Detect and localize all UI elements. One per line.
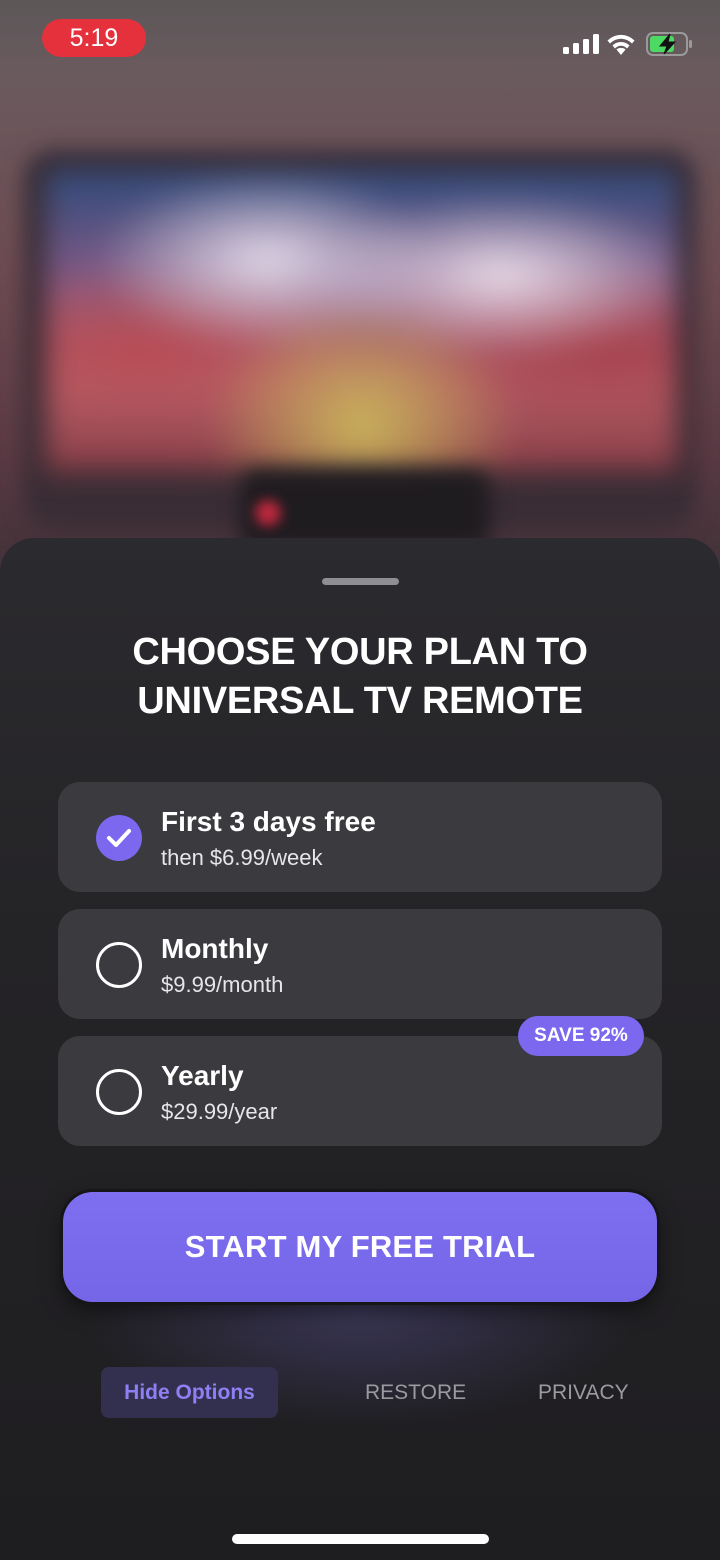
hide-options-button[interactable]: Hide Options — [101, 1367, 278, 1418]
plan-price: $29.99/year — [161, 1099, 278, 1124]
plan-price: $9.99/month — [161, 972, 284, 997]
blurred-tv-background — [0, 0, 720, 600]
page-title: CHOOSE YOUR PLAN TO UNIVERSAL TV REMOTE — [40, 628, 680, 726]
tv-power-light — [255, 500, 281, 526]
radio-unchecked-icon — [96, 1069, 142, 1115]
save-badge: SAVE 92% — [518, 1016, 644, 1056]
plan-name: First 3 days free — [161, 806, 376, 837]
status-time: 5:19 — [42, 19, 146, 57]
title-line-2: UNIVERSAL TV REMOTE — [137, 680, 583, 722]
checkmark-icon — [96, 815, 142, 861]
restore-link[interactable]: RESTORE — [365, 1381, 466, 1405]
plan-bottom-sheet: CHOOSE YOUR PLAN TO UNIVERSAL TV REMOTE … — [0, 538, 720, 1560]
cellular-signal-icon — [563, 34, 599, 54]
battery-charging-icon — [646, 32, 692, 56]
plan-name: Yearly — [161, 1060, 244, 1091]
home-indicator[interactable] — [232, 1534, 489, 1544]
paywall-screen: 5:19 CHOOSE YOUR PLAN TO UNIVERSAL TV RE… — [0, 0, 720, 1560]
radio-unchecked-icon — [96, 942, 142, 988]
status-bar: 5:19 — [0, 0, 720, 80]
start-free-trial-button[interactable]: START MY FREE TRIAL — [63, 1192, 657, 1302]
tv-screen-image — [46, 170, 678, 470]
title-line-1: CHOOSE YOUR PLAN TO — [132, 631, 588, 673]
plan-price: then $6.99/week — [161, 845, 323, 870]
privacy-link[interactable]: PRIVACY — [538, 1381, 629, 1405]
plan-option-free-trial[interactable]: First 3 days free then $6.99/week — [58, 782, 662, 892]
wifi-icon — [607, 34, 635, 55]
plan-option-monthly[interactable]: Monthly $9.99/month — [58, 909, 662, 1019]
plan-name: Monthly — [161, 933, 269, 964]
sheet-grabber[interactable] — [322, 578, 399, 585]
